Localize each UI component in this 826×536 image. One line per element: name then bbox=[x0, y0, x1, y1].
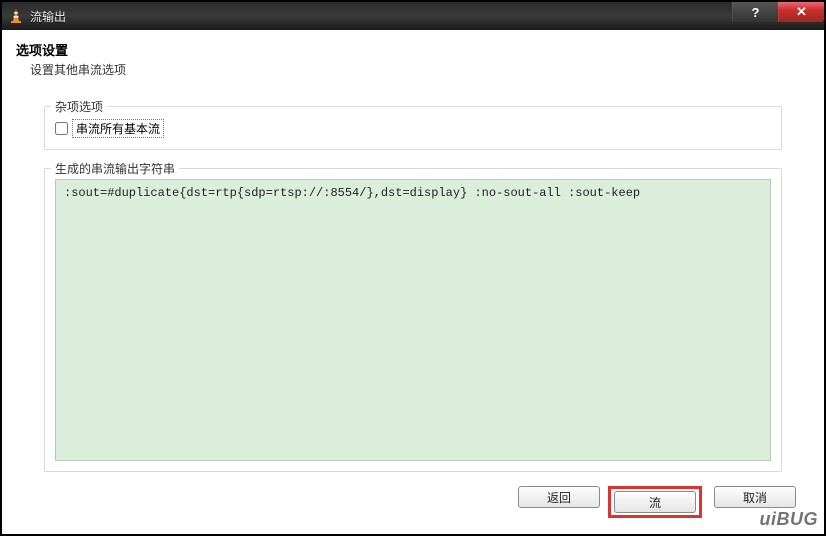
stream-button-highlight: 流 bbox=[608, 486, 702, 518]
help-button[interactable]: ? bbox=[732, 2, 778, 22]
stream-all-es-row: 串流所有基本流 bbox=[55, 117, 771, 139]
dialog-window: 流输出 ? ✕ 选项设置 设置其他串流选项 杂项选项 串流所有基本流 生成的串流… bbox=[0, 0, 826, 536]
page-header: 选项设置 设置其他串流选项 bbox=[16, 40, 810, 78]
close-icon: ✕ bbox=[796, 4, 807, 20]
page-title: 选项设置 bbox=[16, 40, 810, 59]
vlc-cone-icon bbox=[8, 8, 24, 24]
output-string-legend: 生成的串流输出字符串 bbox=[51, 160, 179, 177]
page-subtitle: 设置其他串流选项 bbox=[30, 61, 810, 78]
window-title: 流输出 bbox=[30, 8, 66, 25]
stream-all-es-checkbox[interactable] bbox=[55, 122, 68, 135]
back-button[interactable]: 返回 bbox=[518, 486, 600, 508]
misc-options-group: 杂项选项 串流所有基本流 bbox=[44, 106, 782, 150]
close-button[interactable]: ✕ bbox=[778, 2, 824, 22]
title-bar[interactable]: 流输出 ? ✕ bbox=[2, 2, 824, 30]
stream-output-textarea[interactable] bbox=[55, 179, 771, 461]
client-area: 选项设置 设置其他串流选项 杂项选项 串流所有基本流 生成的串流输出字符串 返回… bbox=[2, 30, 824, 534]
question-icon: ? bbox=[752, 5, 760, 20]
stream-all-es-label[interactable]: 串流所有基本流 bbox=[72, 119, 164, 138]
cancel-button[interactable]: 取消 bbox=[714, 486, 796, 508]
button-bar: 返回 流 取消 bbox=[16, 480, 810, 526]
output-string-group: 生成的串流输出字符串 bbox=[44, 168, 782, 472]
stream-button[interactable]: 流 bbox=[614, 491, 696, 513]
misc-options-legend: 杂项选项 bbox=[51, 98, 107, 115]
window-controls: ? ✕ bbox=[732, 2, 824, 22]
